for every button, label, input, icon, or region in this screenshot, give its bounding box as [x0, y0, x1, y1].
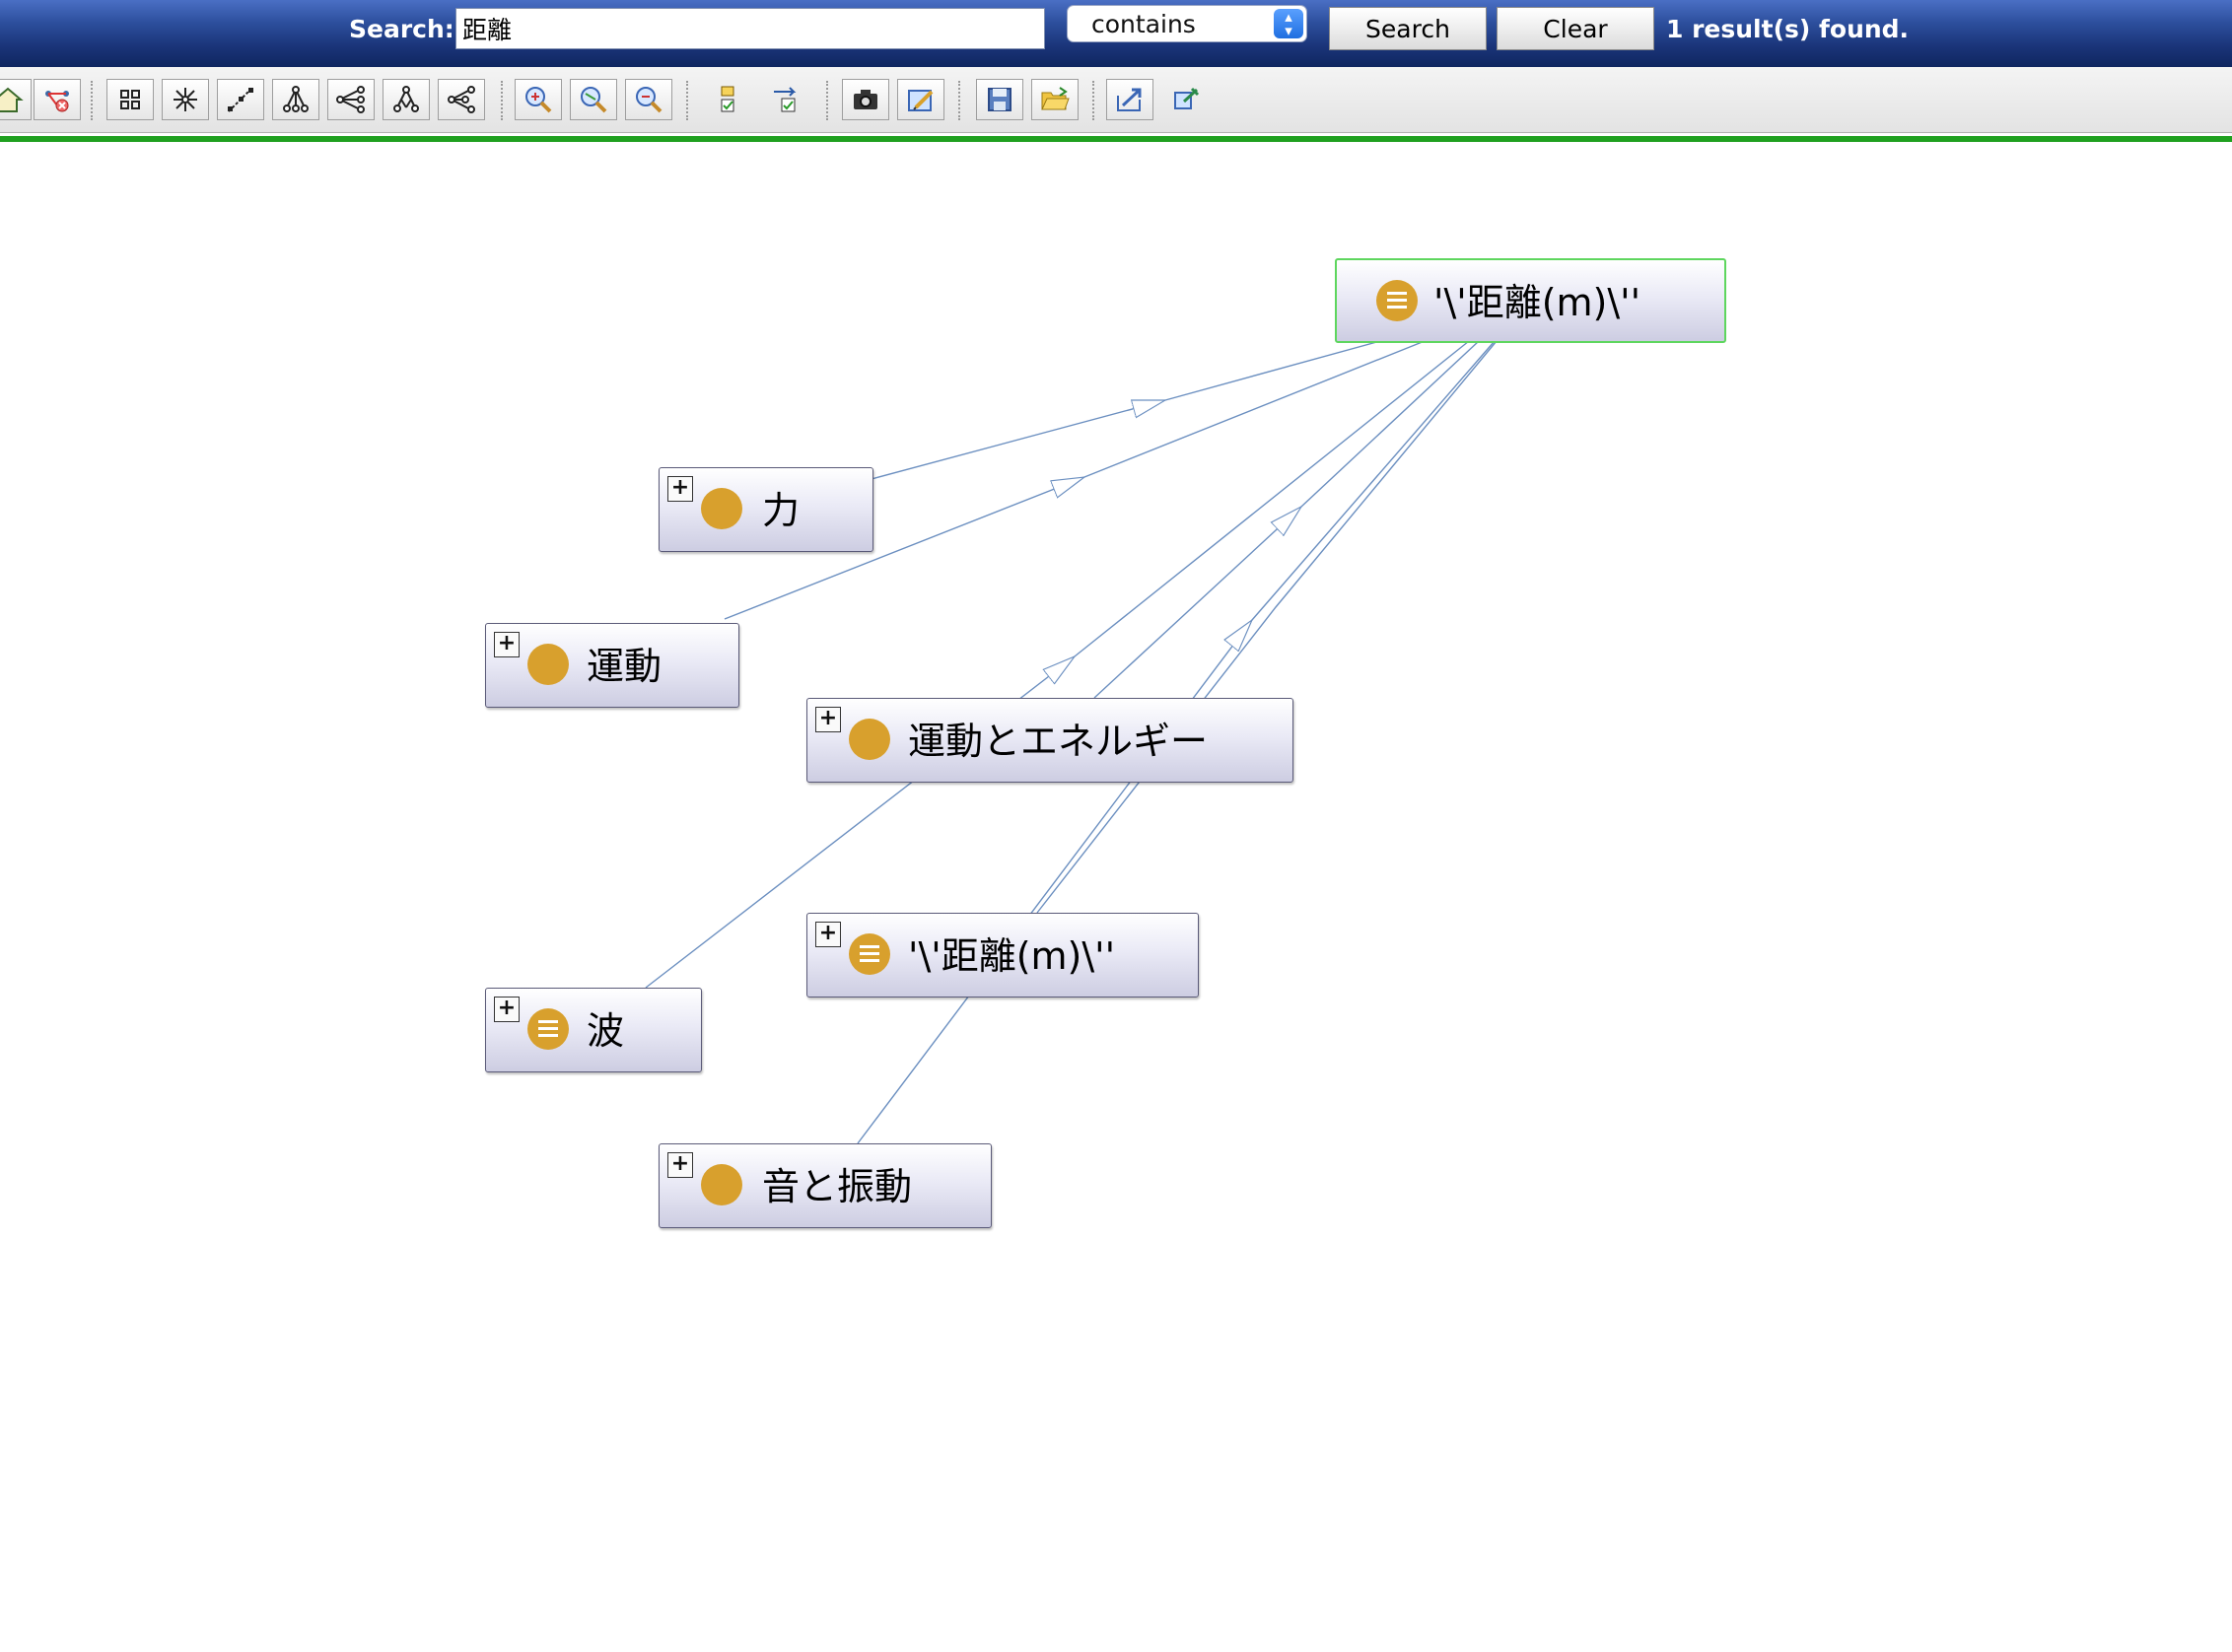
- graph-node-target[interactable]: '\'距離(m)\'': [1335, 258, 1726, 343]
- graph-node-kyori[interactable]: + '\'距離(m)\'': [806, 913, 1199, 998]
- pin-icon[interactable]: [1163, 79, 1211, 120]
- select-arrows-icon: ▴ ▾: [1274, 9, 1303, 38]
- home-icon[interactable]: [0, 79, 32, 120]
- node-label: 音と振動: [762, 1165, 913, 1208]
- node-label: 力: [762, 489, 801, 532]
- vertical-tree-icon[interactable]: [383, 79, 430, 120]
- node-label: 波: [587, 1009, 625, 1053]
- graph-node-oto[interactable]: + 音と振動: [659, 1143, 992, 1228]
- expand-icon[interactable]: +: [815, 922, 841, 947]
- search-label: Search:: [349, 15, 454, 43]
- graph-canvas[interactable]: '\'距離(m)\'' + 力 + 運動 + 運動とエネルギー + '\'距離(…: [0, 142, 2232, 1652]
- circle-icon: [701, 488, 742, 529]
- zoom-in-icon[interactable]: [515, 79, 562, 120]
- edit-icon[interactable]: [897, 79, 944, 120]
- toolbar-separator: [501, 81, 503, 120]
- node-label: '\'距離(m)\'': [1433, 281, 1641, 324]
- match-mode-value: contains: [1091, 10, 1196, 38]
- clear-button[interactable]: Clear: [1497, 7, 1654, 50]
- graph-node-nami[interactable]: + 波: [485, 988, 702, 1072]
- export-icon[interactable]: [1106, 79, 1153, 120]
- expand-icon[interactable]: +: [494, 632, 520, 657]
- graph-node-chikara[interactable]: + 力: [659, 467, 873, 552]
- zoom-out-icon[interactable]: [625, 79, 672, 120]
- graph-node-undou-energy[interactable]: + 運動とエネルギー: [806, 698, 1293, 783]
- node-label: '\'距離(m)\'': [908, 934, 1116, 978]
- remove-graph-icon[interactable]: [34, 79, 81, 120]
- graph-node-undou[interactable]: + 運動: [485, 623, 739, 708]
- edge-kyori2: [1036, 340, 1498, 914]
- circle-icon: [701, 1164, 742, 1205]
- tree-layout-icon[interactable]: [272, 79, 319, 120]
- expand-icon[interactable]: +: [667, 1152, 693, 1178]
- expand-icon[interactable]: +: [667, 476, 693, 502]
- toolbar: [0, 67, 2232, 133]
- toolbar-separator: [826, 81, 828, 120]
- spring-layout-icon[interactable]: [162, 79, 209, 120]
- toolbar-separator: [1092, 81, 1094, 120]
- match-mode-select[interactable]: contains ▴ ▾: [1067, 5, 1307, 42]
- search-input[interactable]: [455, 8, 1045, 49]
- filter-edges-icon[interactable]: [763, 79, 810, 120]
- diagonal-layout-icon[interactable]: [217, 79, 264, 120]
- filter-nodes-icon[interactable]: [704, 79, 751, 120]
- toolbar-separator: [958, 81, 960, 120]
- edges-layer: [645, 340, 1498, 1144]
- grid-layout-icon[interactable]: [106, 79, 154, 120]
- radial-tree-icon[interactable]: [438, 79, 485, 120]
- edge-chikara: [871, 340, 1381, 480]
- edge-nami: [645, 340, 1470, 989]
- node-label: 運動とエネルギー: [908, 720, 1209, 763]
- zoom-reset-icon[interactable]: [570, 79, 617, 120]
- result-count: 1 result(s) found.: [1666, 15, 1910, 43]
- expand-icon[interactable]: +: [494, 997, 520, 1022]
- open-folder-icon[interactable]: [1031, 79, 1079, 120]
- search-button[interactable]: Search: [1329, 7, 1487, 50]
- list-circle-icon: [849, 933, 890, 975]
- edge-undou-energy: [1093, 340, 1480, 699]
- circle-icon: [849, 719, 890, 760]
- circle-icon: [527, 644, 569, 685]
- node-label: 運動: [587, 645, 663, 688]
- search-bar: Search: contains ▴▾ Search Clear 1 resul…: [0, 0, 2232, 67]
- list-circle-icon: [1376, 280, 1418, 321]
- expand-icon[interactable]: +: [815, 707, 841, 732]
- save-icon[interactable]: [976, 79, 1023, 120]
- toolbar-separator: [91, 81, 93, 120]
- toolbar-separator: [686, 81, 688, 120]
- list-circle-icon: [527, 1008, 569, 1050]
- horizontal-tree-icon[interactable]: [327, 79, 375, 120]
- snapshot-camera-icon[interactable]: [842, 79, 889, 120]
